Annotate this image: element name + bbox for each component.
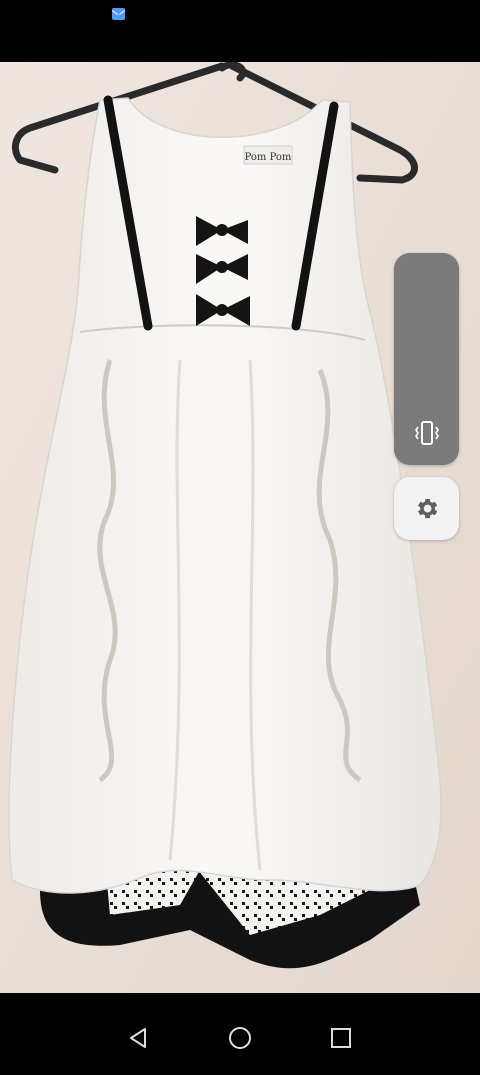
back-icon[interactable]: [123, 1023, 153, 1053]
home-icon[interactable]: [225, 1023, 255, 1053]
volume-panel[interactable]: [394, 253, 459, 465]
clothing-label-text: Pom Pom: [245, 152, 292, 163]
gear-icon: [418, 498, 438, 519]
sound-settings-button[interactable]: [394, 477, 459, 540]
navigation-bar: [0, 993, 480, 1075]
recents-icon[interactable]: [326, 1023, 356, 1053]
mail-icon: [112, 8, 125, 20]
vibrate-icon[interactable]: [414, 419, 440, 447]
status-bar: [0, 0, 480, 62]
